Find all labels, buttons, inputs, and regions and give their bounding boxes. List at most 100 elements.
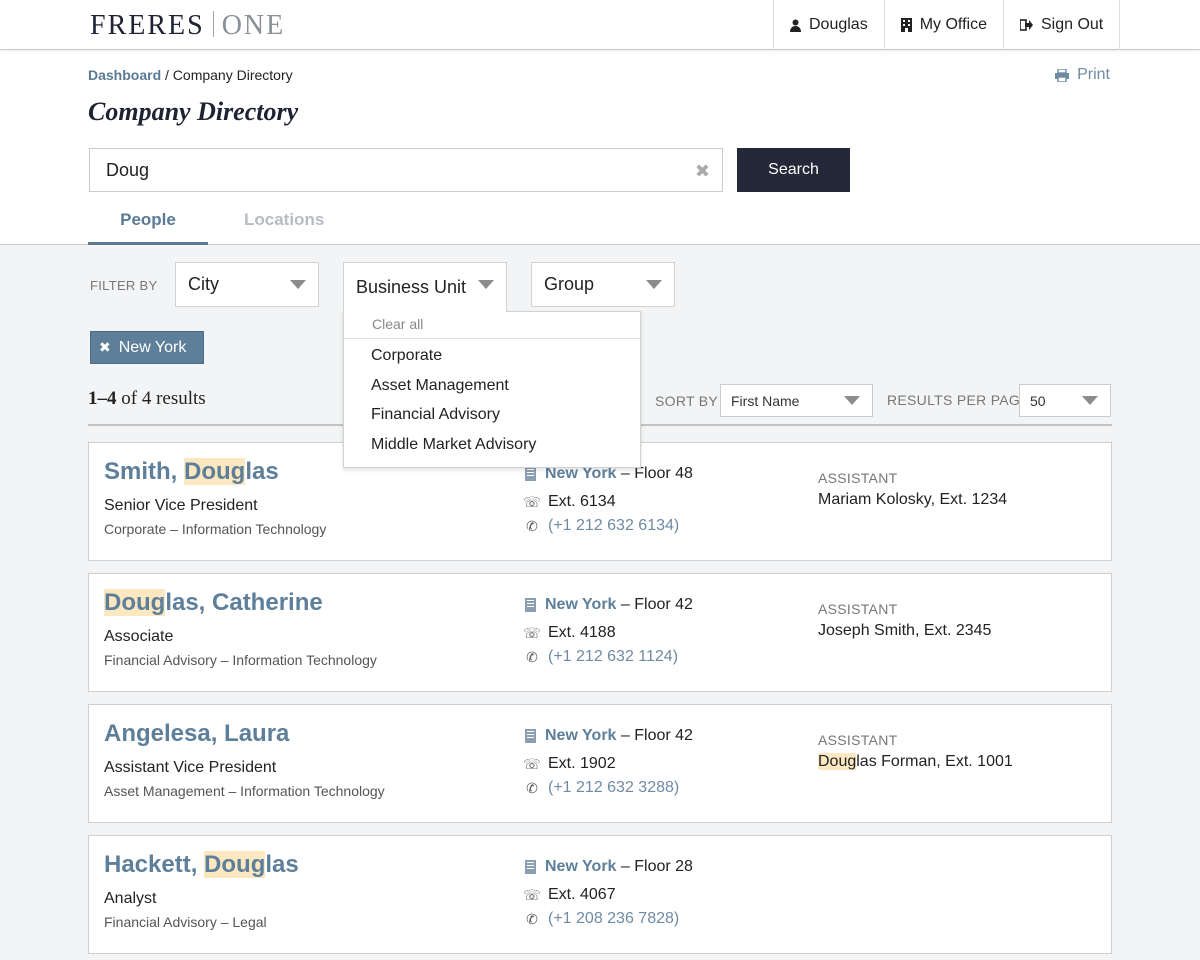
results-count: 1–4 of 4 results (88, 388, 206, 410)
results-range: 1–4 (88, 388, 117, 409)
filter-by-label: FILTER BY (90, 278, 158, 293)
top-bar: FRERES ONE Douglas My Office Sign Out (0, 0, 1200, 50)
name-part: las (245, 458, 279, 485)
assistant-label: ASSISTANT (818, 732, 898, 748)
brand-right: ONE (221, 10, 286, 41)
results-word: results (156, 388, 206, 409)
person-department: Financial Advisory – Information Technol… (104, 652, 377, 668)
results-total: 4 (141, 388, 152, 409)
person-title: Senior Vice President (104, 497, 258, 514)
location-link[interactable]: New York (545, 858, 616, 875)
clear-search-icon[interactable]: ✖ (695, 161, 710, 182)
person-name[interactable]: Hackett, Douglas (104, 851, 299, 879)
floor-text: – Floor 42 (620, 596, 693, 613)
brand-logo[interactable]: FRERES ONE (90, 10, 285, 42)
building-icon (525, 860, 536, 874)
floor-text: – Floor 42 (620, 727, 693, 744)
print-button[interactable]: Print (1055, 66, 1110, 84)
person-location: New York – Floor 42 (525, 727, 693, 745)
breadcrumb: Dashboard / Company Directory (88, 67, 293, 83)
phone-number: (+1 212 632 3288) (548, 779, 680, 796)
phone-extension-icon: ☏ (523, 493, 541, 510)
assistant-part: Mariam Kolosky, Ext. 1234 (818, 491, 1008, 508)
phone-number: (+1 208 236 7828) (548, 910, 680, 927)
floor-text: – Floor 28 (620, 858, 693, 875)
city-filter-select[interactable]: City (175, 262, 319, 307)
person-phone[interactable]: ✆ (+1 212 632 3288) (525, 779, 679, 797)
name-part: Angelesa, Laura (104, 720, 290, 747)
phone-extension-icon: ☏ (523, 755, 541, 772)
nav-sign-out-label: Sign Out (1040, 16, 1104, 33)
active-filter-label: New York (118, 338, 187, 356)
chevron-down-icon (844, 396, 860, 405)
person-name[interactable]: Smith, Douglas (104, 458, 279, 486)
person-extension: ☏ Ext. 6134 (523, 493, 615, 511)
phone-extension-icon: ☏ (523, 624, 541, 641)
results-per-page-select[interactable]: 50 (1019, 384, 1111, 417)
tab-people[interactable]: People (88, 210, 208, 245)
search-highlight: Doug (818, 753, 857, 770)
assistant-value: Joseph Smith, Ext. 2345 (818, 622, 991, 640)
sort-value: First Name (731, 392, 800, 409)
person-name[interactable]: Angelesa, Laura (104, 720, 289, 748)
option-asset-management[interactable]: Asset Management (344, 371, 640, 401)
person-title: Assistant Vice President (104, 759, 277, 776)
city-filter-label: City (188, 274, 219, 294)
extension-text: Ext. 4067 (548, 886, 616, 903)
name-part: las (265, 851, 299, 878)
remove-filter-icon[interactable]: ✖ (99, 339, 111, 356)
logo-divider (212, 11, 214, 37)
clear-all-option[interactable]: Clear all (344, 312, 640, 339)
person-card: Douglas, Catherine Associate Financial A… (88, 573, 1112, 692)
person-location: New York – Floor 42 (525, 596, 693, 614)
person-phone[interactable]: ✆ (+1 212 632 1124) (525, 648, 678, 666)
assistant-label: ASSISTANT (818, 601, 898, 617)
search-button[interactable]: Search (737, 148, 850, 192)
option-financial-advisory[interactable]: Financial Advisory (344, 400, 640, 430)
group-filter-label: Group (544, 274, 595, 294)
breadcrumb-separator: / (165, 67, 169, 83)
person-phone[interactable]: ✆ (+1 208 236 7828) (525, 910, 679, 928)
search-highlight: Doug (184, 458, 246, 485)
building-icon (900, 18, 912, 32)
person-extension: ☏ Ext. 4067 (523, 886, 616, 904)
building-icon (525, 598, 536, 612)
person-department: Corporate – Information Technology (104, 521, 327, 537)
person-name[interactable]: Douglas, Catherine (104, 589, 323, 617)
person-extension: ☏ Ext. 4188 (523, 624, 615, 642)
nav-sign-out[interactable]: Sign Out (1002, 0, 1121, 50)
results-of: of (121, 388, 138, 409)
tab-locations[interactable]: Locations (244, 210, 324, 230)
breadcrumb-dashboard-link[interactable]: Dashboard (88, 67, 161, 83)
search-input[interactable] (90, 149, 722, 191)
phone-icon: ✆ (526, 648, 538, 665)
sort-select[interactable]: First Name (720, 384, 873, 417)
print-icon (1055, 68, 1070, 82)
active-filter-chip[interactable]: ✖ New York (90, 331, 204, 364)
option-middle-market-advisory[interactable]: Middle Market Advisory (344, 430, 640, 460)
name-part: Hackett, (104, 851, 205, 878)
person-department: Asset Management – Information Technolog… (104, 783, 385, 799)
nav-my-office[interactable]: My Office (883, 0, 1003, 50)
nav-user-label: Douglas (809, 16, 868, 33)
building-icon (525, 729, 536, 743)
option-corporate[interactable]: Corporate (344, 341, 640, 371)
assistant-value: Mariam Kolosky, Ext. 1234 (818, 491, 1007, 509)
group-filter-select[interactable]: Group (531, 262, 675, 307)
phone-icon: ✆ (526, 910, 538, 927)
phone-number: (+1 212 632 6134) (548, 517, 680, 534)
business-unit-filter-select[interactable]: Business Unit (343, 262, 507, 312)
nav-user[interactable]: Douglas (773, 0, 884, 50)
person-title: Associate (104, 628, 174, 645)
location-link[interactable]: New York (545, 596, 616, 613)
search-highlight: Doug (204, 851, 266, 878)
chevron-down-icon (478, 280, 494, 289)
location-link[interactable]: New York (545, 727, 616, 744)
person-phone[interactable]: ✆ (+1 212 632 6134) (525, 517, 679, 535)
search-box: ✖ (89, 148, 723, 192)
person-location: New York – Floor 28 (525, 858, 693, 876)
top-nav: Douglas My Office Sign Out (773, 0, 1121, 50)
assistant-part: las Forman, Ext. 1001 (856, 753, 1013, 770)
person-card: Hackett, Douglas Analyst Financial Advis… (88, 835, 1112, 954)
business-unit-dropdown: Clear all Corporate Asset Management Fin… (343, 311, 641, 468)
